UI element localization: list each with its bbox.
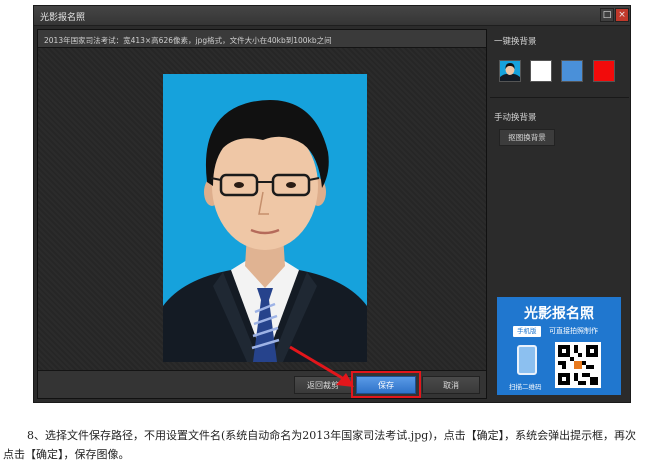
one-click-background-title: 一键换背景 (494, 37, 537, 47)
window-title: 光影报名照 (40, 13, 86, 23)
close-icon: × (618, 10, 626, 20)
background-panel: 一键换背景 手动换背景 抠图换背景 光影报名照 手机版 可直接拍照制作 扫描二维… (490, 29, 629, 399)
promo-banner[interactable]: 光影报名照 手机版 可直接拍照制作 扫描二维码 (497, 297, 621, 395)
promo-badge: 手机版 (513, 326, 541, 337)
photo-spec-bar: 2013年国家司法考试：宽413×高626像素，jpg格式，文件大小在40kb到… (38, 30, 486, 48)
title-bar[interactable]: 光影报名照 □ × (34, 6, 630, 26)
app-window: 光影报名照 □ × 2013年国家司法考试：宽413×高626像素，jpg格式，… (33, 5, 631, 403)
swatch-blue[interactable] (561, 60, 583, 82)
swatch-current-photo[interactable] (499, 60, 521, 82)
photo-editor-panel: 2013年国家司法考试：宽413×高626像素，jpg格式，文件大小在40kb到… (37, 29, 487, 399)
manual-background-title: 手动换背景 (494, 113, 537, 123)
portrait-image (163, 100, 367, 362)
cancel-button[interactable]: 取消 (422, 376, 480, 394)
action-bar: 返回裁剪 保存 取消 (38, 370, 486, 398)
qr-code-icon (555, 342, 601, 388)
section-divider (490, 97, 629, 98)
save-highlight-box (351, 371, 421, 398)
photo-thumbnail-icon (500, 61, 520, 81)
promo-scan-text: 扫描二维码 (509, 383, 542, 391)
maximize-icon: □ (602, 10, 612, 20)
swatch-red[interactable] (593, 60, 615, 82)
id-photo[interactable] (163, 74, 367, 362)
maximize-button[interactable]: □ (600, 8, 614, 22)
promo-title: 光影报名照 (524, 306, 594, 322)
swatch-white[interactable] (530, 60, 552, 82)
promo-subtitle: 可直接拍照制作 (549, 327, 598, 335)
photo-canvas (38, 48, 486, 370)
phone-icon (517, 345, 537, 375)
instruction-caption: 8、选择文件保存路径，不用设置文件名(系统自动命名为2013年国家司法考试.jp… (3, 429, 637, 461)
pointer-arrow-icon (289, 345, 354, 387)
close-button[interactable]: × (615, 8, 629, 22)
cutout-background-button[interactable]: 抠图换背景 (499, 129, 555, 146)
